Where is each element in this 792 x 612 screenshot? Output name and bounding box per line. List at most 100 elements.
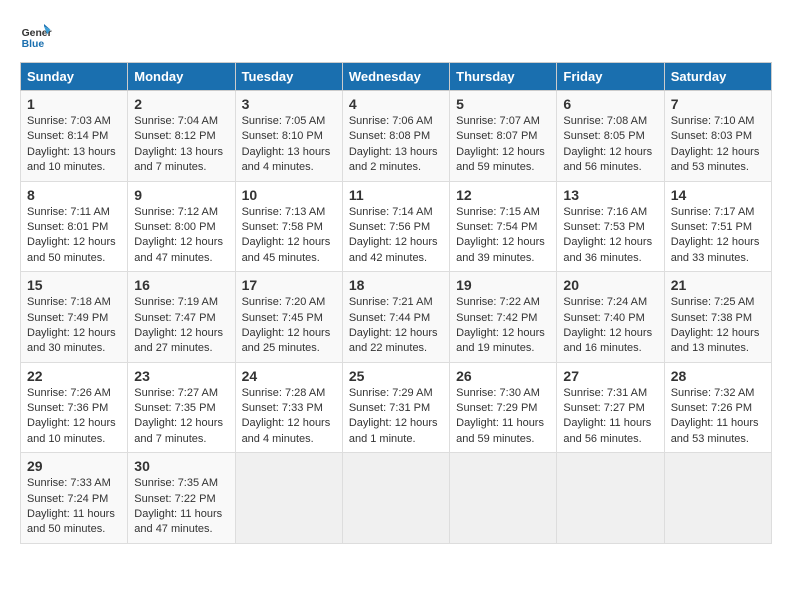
calendar-cell: 4 Sunrise: 7:06 AM Sunset: 8:08 PM Dayli… — [342, 91, 449, 182]
cell-content: Sunrise: 7:32 AM Sunset: 7:26 PM Dayligh… — [671, 386, 765, 448]
calendar-cell: 12 Sunrise: 7:15 AM Sunset: 7:54 PM Dayl… — [450, 181, 557, 272]
sunrise-label: Sunrise: 7:10 AM — [671, 115, 755, 127]
daylight-label: Daylight: 13 hours and 4 minutes. — [242, 146, 331, 173]
logo-icon: General Blue — [20, 20, 52, 52]
day-number: 20 — [563, 277, 657, 293]
daylight-label: Daylight: 12 hours and 7 minutes. — [134, 417, 223, 444]
sunset-label: Sunset: 7:29 PM — [456, 402, 537, 414]
sunset-label: Sunset: 7:22 PM — [134, 493, 215, 505]
cell-content: Sunrise: 7:16 AM Sunset: 7:53 PM Dayligh… — [563, 205, 657, 267]
calendar-cell: 17 Sunrise: 7:20 AM Sunset: 7:45 PM Dayl… — [235, 272, 342, 363]
sunrise-label: Sunrise: 7:13 AM — [242, 206, 326, 218]
daylight-label: Daylight: 12 hours and 36 minutes. — [563, 236, 652, 263]
calendar-cell: 1 Sunrise: 7:03 AM Sunset: 8:14 PM Dayli… — [21, 91, 128, 182]
sunrise-label: Sunrise: 7:17 AM — [671, 206, 755, 218]
day-number: 5 — [456, 96, 550, 112]
svg-text:Blue: Blue — [22, 39, 45, 50]
sunset-label: Sunset: 7:42 PM — [456, 312, 537, 324]
day-number: 9 — [134, 187, 228, 203]
day-number: 18 — [349, 277, 443, 293]
day-number: 26 — [456, 368, 550, 384]
cell-content: Sunrise: 7:13 AM Sunset: 7:58 PM Dayligh… — [242, 205, 336, 267]
cell-content: Sunrise: 7:33 AM Sunset: 7:24 PM Dayligh… — [27, 476, 121, 538]
cell-content: Sunrise: 7:05 AM Sunset: 8:10 PM Dayligh… — [242, 114, 336, 176]
sunrise-label: Sunrise: 7:07 AM — [456, 115, 540, 127]
calendar-cell — [664, 453, 771, 544]
header-day-thursday: Thursday — [450, 63, 557, 91]
day-number: 28 — [671, 368, 765, 384]
week-row-1: 1 Sunrise: 7:03 AM Sunset: 8:14 PM Dayli… — [21, 91, 772, 182]
cell-content: Sunrise: 7:29 AM Sunset: 7:31 PM Dayligh… — [349, 386, 443, 448]
sunset-label: Sunset: 8:07 PM — [456, 130, 537, 142]
sunset-label: Sunset: 7:45 PM — [242, 312, 323, 324]
daylight-label: Daylight: 12 hours and 4 minutes. — [242, 417, 331, 444]
cell-content: Sunrise: 7:20 AM Sunset: 7:45 PM Dayligh… — [242, 295, 336, 357]
calendar-cell: 22 Sunrise: 7:26 AM Sunset: 7:36 PM Dayl… — [21, 362, 128, 453]
sunrise-label: Sunrise: 7:21 AM — [349, 296, 433, 308]
calendar-cell: 19 Sunrise: 7:22 AM Sunset: 7:42 PM Dayl… — [450, 272, 557, 363]
day-number: 17 — [242, 277, 336, 293]
sunrise-label: Sunrise: 7:08 AM — [563, 115, 647, 127]
day-number: 30 — [134, 458, 228, 474]
cell-content: Sunrise: 7:30 AM Sunset: 7:29 PM Dayligh… — [456, 386, 550, 448]
day-number: 24 — [242, 368, 336, 384]
calendar-cell: 15 Sunrise: 7:18 AM Sunset: 7:49 PM Dayl… — [21, 272, 128, 363]
sunset-label: Sunset: 7:26 PM — [671, 402, 752, 414]
calendar-cell: 23 Sunrise: 7:27 AM Sunset: 7:35 PM Dayl… — [128, 362, 235, 453]
calendar-cell — [235, 453, 342, 544]
cell-content: Sunrise: 7:22 AM Sunset: 7:42 PM Dayligh… — [456, 295, 550, 357]
sunset-label: Sunset: 7:33 PM — [242, 402, 323, 414]
cell-content: Sunrise: 7:27 AM Sunset: 7:35 PM Dayligh… — [134, 386, 228, 448]
sunset-label: Sunset: 7:47 PM — [134, 312, 215, 324]
cell-content: Sunrise: 7:21 AM Sunset: 7:44 PM Dayligh… — [349, 295, 443, 357]
sunrise-label: Sunrise: 7:18 AM — [27, 296, 111, 308]
sunset-label: Sunset: 8:08 PM — [349, 130, 430, 142]
calendar-cell: 2 Sunrise: 7:04 AM Sunset: 8:12 PM Dayli… — [128, 91, 235, 182]
calendar-cell: 3 Sunrise: 7:05 AM Sunset: 8:10 PM Dayli… — [235, 91, 342, 182]
calendar-cell: 6 Sunrise: 7:08 AM Sunset: 8:05 PM Dayli… — [557, 91, 664, 182]
sunset-label: Sunset: 7:44 PM — [349, 312, 430, 324]
daylight-label: Daylight: 12 hours and 22 minutes. — [349, 327, 438, 354]
calendar-cell: 24 Sunrise: 7:28 AM Sunset: 7:33 PM Dayl… — [235, 362, 342, 453]
sunrise-label: Sunrise: 7:12 AM — [134, 206, 218, 218]
logo: General Blue — [20, 20, 56, 52]
daylight-label: Daylight: 12 hours and 19 minutes. — [456, 327, 545, 354]
sunset-label: Sunset: 7:27 PM — [563, 402, 644, 414]
sunset-label: Sunset: 7:36 PM — [27, 402, 108, 414]
page-header: General Blue — [20, 20, 772, 52]
sunset-label: Sunset: 7:51 PM — [671, 221, 752, 233]
sunset-label: Sunset: 8:03 PM — [671, 130, 752, 142]
daylight-label: Daylight: 11 hours and 47 minutes. — [134, 508, 222, 535]
cell-content: Sunrise: 7:04 AM Sunset: 8:12 PM Dayligh… — [134, 114, 228, 176]
sunset-label: Sunset: 7:56 PM — [349, 221, 430, 233]
sunrise-label: Sunrise: 7:03 AM — [27, 115, 111, 127]
calendar-cell: 10 Sunrise: 7:13 AM Sunset: 7:58 PM Dayl… — [235, 181, 342, 272]
sunrise-label: Sunrise: 7:29 AM — [349, 387, 433, 399]
sunrise-label: Sunrise: 7:11 AM — [27, 206, 110, 218]
daylight-label: Daylight: 12 hours and 42 minutes. — [349, 236, 438, 263]
sunset-label: Sunset: 7:58 PM — [242, 221, 323, 233]
daylight-label: Daylight: 12 hours and 59 minutes. — [456, 146, 545, 173]
sunrise-label: Sunrise: 7:22 AM — [456, 296, 540, 308]
header-day-monday: Monday — [128, 63, 235, 91]
daylight-label: Daylight: 12 hours and 47 minutes. — [134, 236, 223, 263]
calendar-cell: 16 Sunrise: 7:19 AM Sunset: 7:47 PM Dayl… — [128, 272, 235, 363]
daylight-label: Daylight: 12 hours and 45 minutes. — [242, 236, 331, 263]
day-number: 19 — [456, 277, 550, 293]
header-day-friday: Friday — [557, 63, 664, 91]
day-number: 21 — [671, 277, 765, 293]
cell-content: Sunrise: 7:08 AM Sunset: 8:05 PM Dayligh… — [563, 114, 657, 176]
day-number: 2 — [134, 96, 228, 112]
cell-content: Sunrise: 7:26 AM Sunset: 7:36 PM Dayligh… — [27, 386, 121, 448]
cell-content: Sunrise: 7:31 AM Sunset: 7:27 PM Dayligh… — [563, 386, 657, 448]
sunset-label: Sunset: 7:49 PM — [27, 312, 108, 324]
sunrise-label: Sunrise: 7:25 AM — [671, 296, 755, 308]
calendar-cell: 18 Sunrise: 7:21 AM Sunset: 7:44 PM Dayl… — [342, 272, 449, 363]
calendar-cell: 30 Sunrise: 7:35 AM Sunset: 7:22 PM Dayl… — [128, 453, 235, 544]
day-number: 25 — [349, 368, 443, 384]
week-row-3: 15 Sunrise: 7:18 AM Sunset: 7:49 PM Dayl… — [21, 272, 772, 363]
cell-content: Sunrise: 7:35 AM Sunset: 7:22 PM Dayligh… — [134, 476, 228, 538]
sunrise-label: Sunrise: 7:05 AM — [242, 115, 326, 127]
cell-content: Sunrise: 7:24 AM Sunset: 7:40 PM Dayligh… — [563, 295, 657, 357]
cell-content: Sunrise: 7:11 AM Sunset: 8:01 PM Dayligh… — [27, 205, 121, 267]
